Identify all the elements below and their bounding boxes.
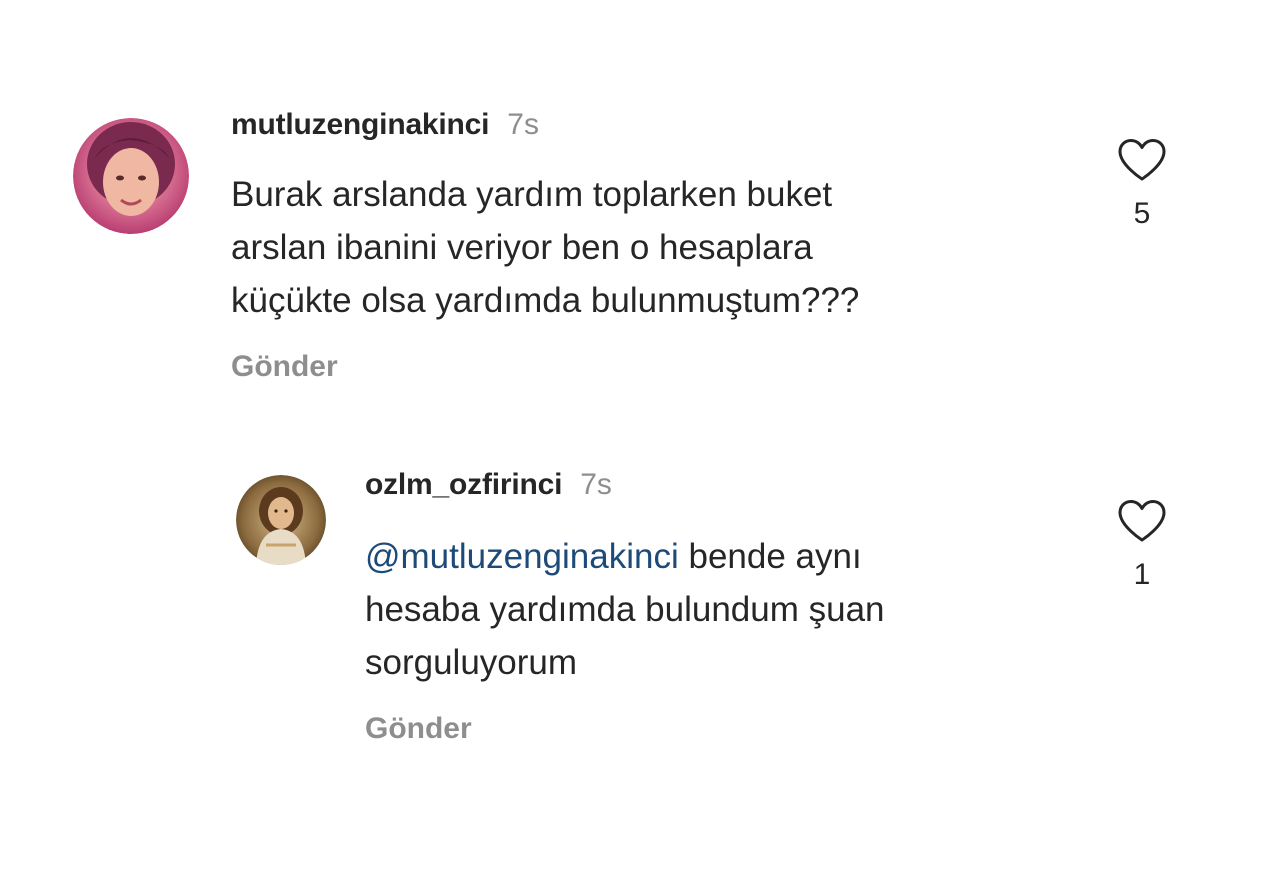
comment-line: küçükte olsa yardımda bulunmuştum??? — [231, 281, 860, 320]
comment-line: @mutluzenginakinci bende aynı — [365, 530, 885, 583]
comment-text: Burak arslanda yardım toplarken buket ar… — [231, 168, 859, 327]
reply-button[interactable]: Gönder — [231, 349, 338, 385]
comment-line: arslan ibanini veriyor ben o hesaplara — [231, 228, 813, 267]
username[interactable]: ozlm_ozfirinci — [365, 468, 562, 501]
comment-line: hesaba yardımda bulundum şuan — [365, 590, 885, 629]
comment-header: mutluzenginakinci 7s — [231, 107, 539, 143]
comment-line: Burak arslanda yardım toplarken buket — [231, 175, 833, 214]
like-control: 5 — [1112, 138, 1172, 232]
comment-text: @mutluzenginakinci bende aynı hesaba yar… — [365, 530, 885, 689]
mention-link[interactable]: @mutluzenginakinci — [365, 537, 679, 576]
heart-outline-icon[interactable] — [1117, 138, 1167, 182]
avatar[interactable] — [236, 475, 326, 565]
like-count: 1 — [1133, 558, 1151, 591]
avatar[interactable] — [73, 118, 189, 234]
like-control: 1 — [1112, 499, 1172, 593]
username[interactable]: mutluzenginakinci — [231, 108, 489, 141]
timestamp: 7s — [507, 108, 539, 141]
avatar-image — [73, 118, 189, 234]
timestamp: 7s — [580, 468, 612, 501]
comment-line-rest: bende aynı — [678, 537, 862, 576]
comment-thread: mutluzenginakinci 7s Burak arslanda yardı… — [0, 0, 1280, 878]
heart-outline-icon[interactable] — [1117, 499, 1167, 543]
comment-line: sorguluyorum — [365, 643, 578, 682]
like-count: 5 — [1133, 197, 1151, 230]
reply-button[interactable]: Gönder — [365, 711, 472, 747]
comment-header: ozlm_ozfirinci 7s — [365, 467, 612, 503]
avatar-image — [236, 475, 326, 565]
